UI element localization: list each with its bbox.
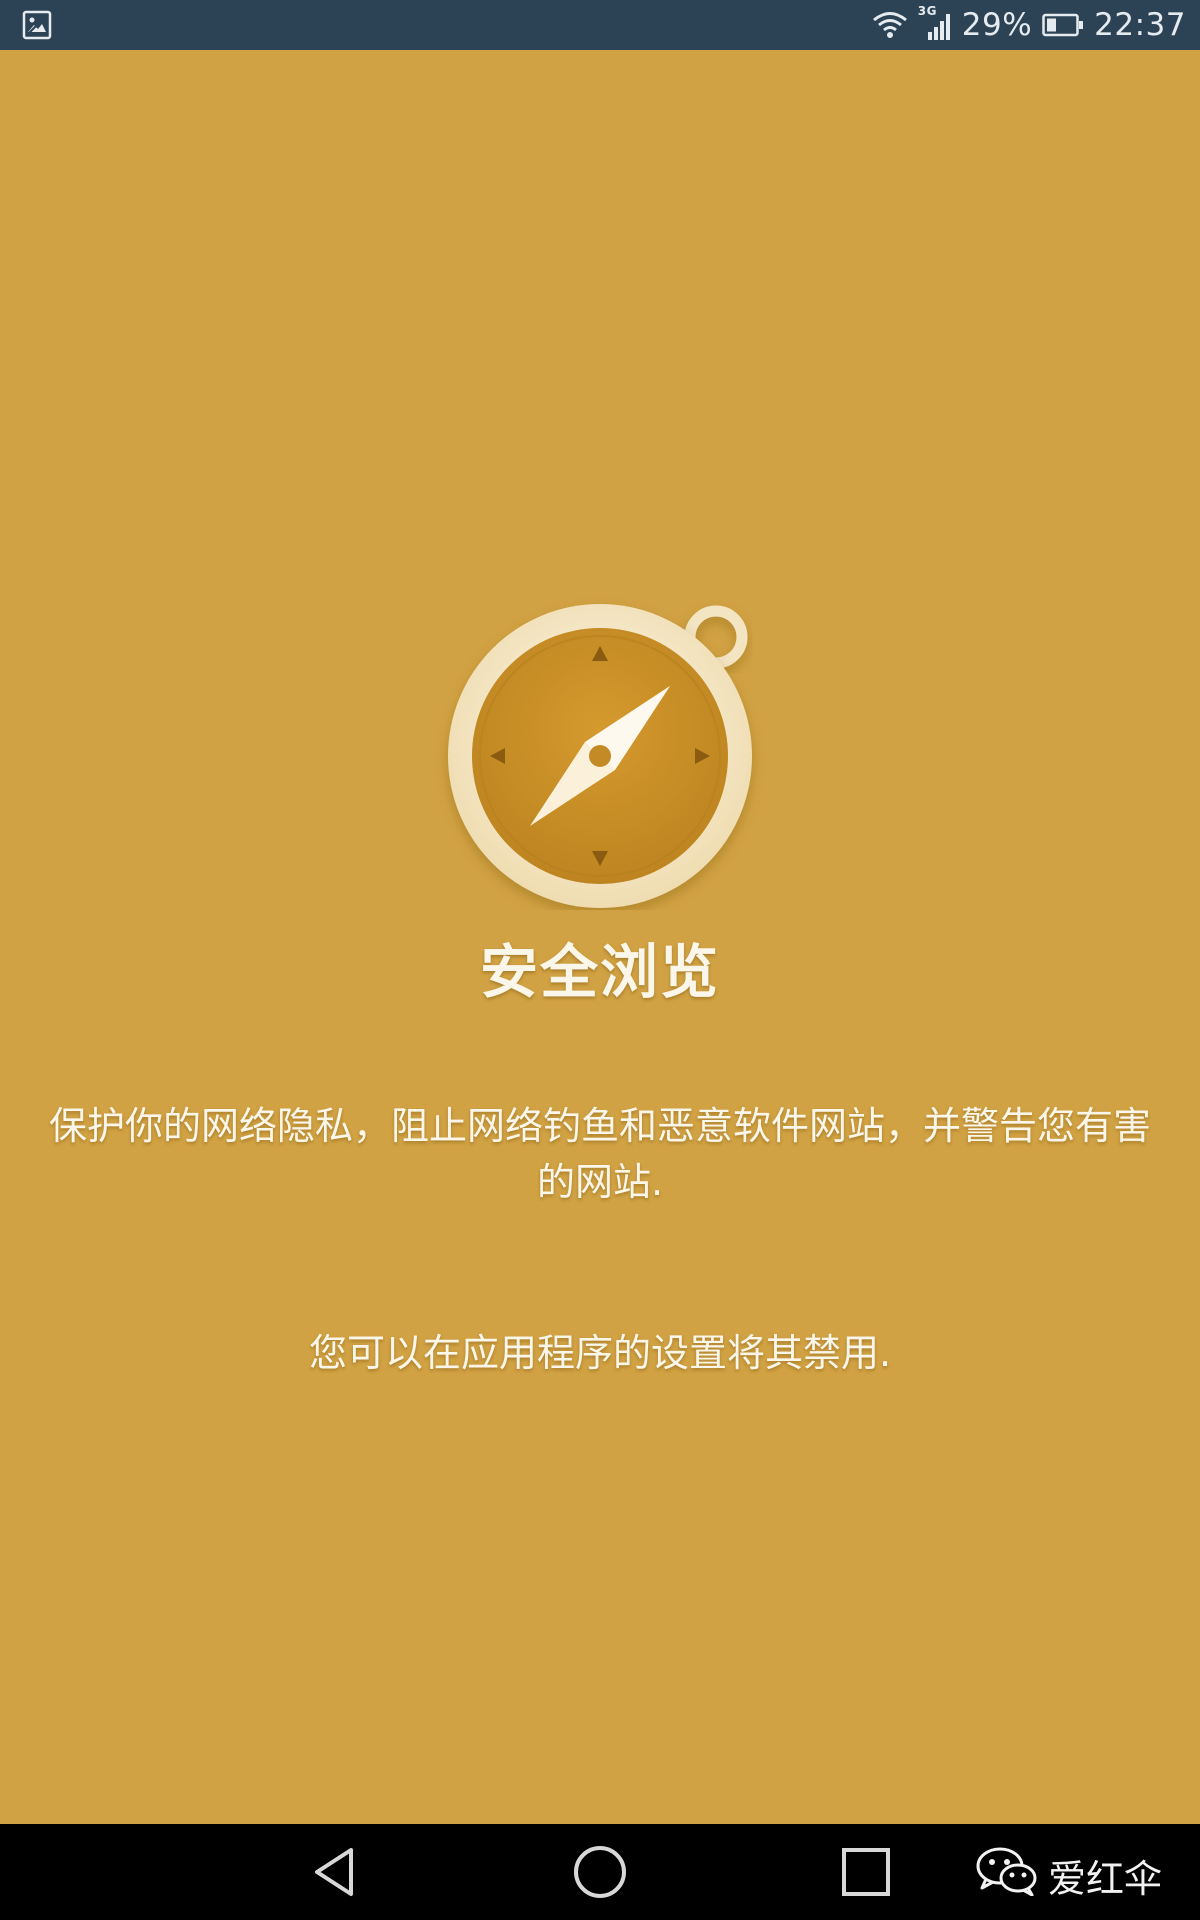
watermark-text: 爱红伞 — [1047, 1857, 1162, 1901]
battery-percent: 29% — [961, 7, 1033, 43]
watermark: 爱红伞 — [976, 1846, 1162, 1905]
cellular-signal: 3G — [918, 4, 952, 42]
compass-icon — [430, 550, 770, 910]
page-title: 安全浏览 — [479, 938, 720, 1006]
description-text: 保护你的网络隐私，阻止网络钓鱼和恶意软件网站，并警告您有害的网站. — [48, 1104, 1151, 1204]
navigation-bar: 爱红伞 — [0, 1824, 1200, 1920]
clock: 22:37 — [1094, 7, 1186, 43]
recents-icon[interactable] — [836, 1842, 896, 1902]
battery-icon — [1042, 13, 1084, 37]
home-icon[interactable] — [570, 1842, 630, 1902]
status-bar: 3G 29% 22:37 — [0, 0, 1200, 50]
wifi-icon — [872, 10, 908, 40]
status-indicators: 3G 29% 22:37 — [872, 0, 1186, 50]
image-icon — [22, 10, 52, 40]
signal-icon — [927, 14, 950, 40]
wechat-icon — [976, 1846, 1038, 1905]
disable-note-text: 您可以在应用程序的设置将其禁用. — [308, 1331, 892, 1375]
safe-browsing-intro: 安全浏览 保护你的网络隐私，阻止网络钓鱼和恶意软件网站，并警告您有害的网站. 您… — [0, 50, 1200, 1824]
back-icon[interactable] — [305, 1842, 365, 1902]
